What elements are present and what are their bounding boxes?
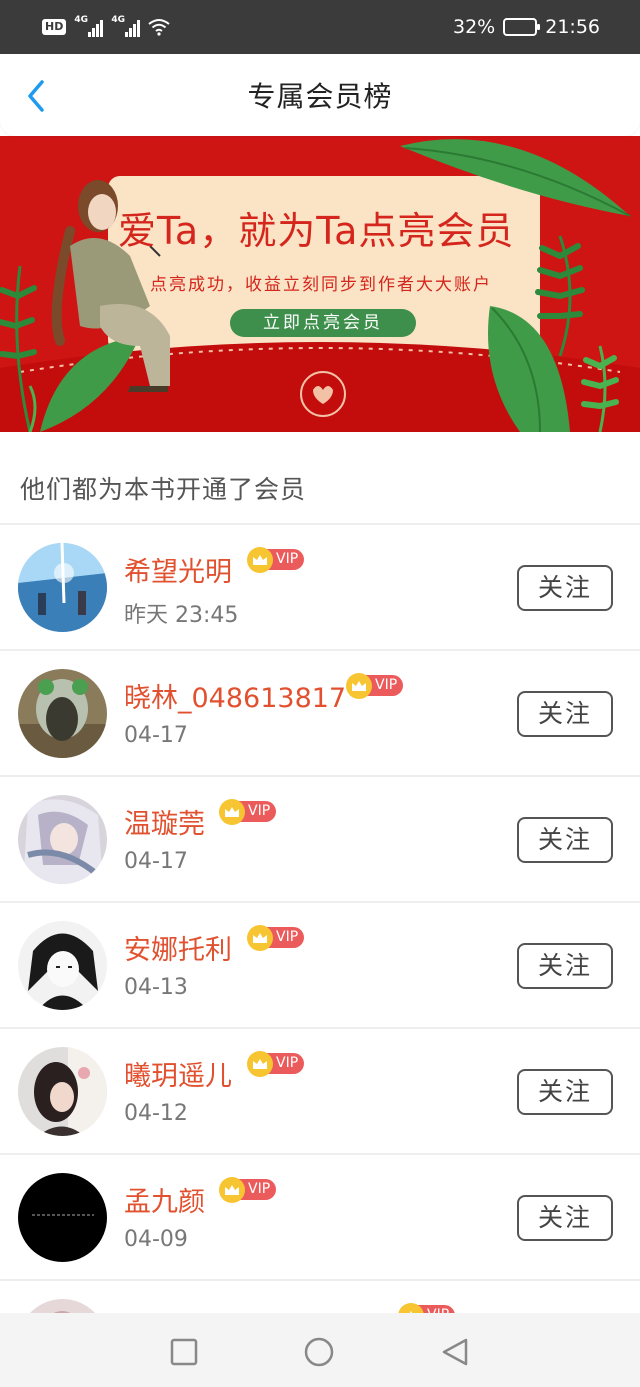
avatar-image (18, 543, 107, 632)
member-row[interactable]: 曦玥遥儿 VIP 04-12 关注 (0, 1029, 640, 1155)
member-name[interactable]: 安娜托利 (124, 928, 232, 967)
follow-button[interactable]: 关注 (517, 943, 613, 989)
wifi-icon (148, 19, 170, 36)
promo-banner[interactable]: 爱Ta，就为Ta点亮会员 点亮成功，收益立刻同步到作者大大账户 立即点亮会员 (0, 136, 640, 432)
crown-icon (247, 925, 273, 951)
member-name[interactable]: 温璇莞 (124, 802, 205, 841)
avatar[interactable] (18, 543, 107, 632)
member-name[interactable]: 曦玥遥儿 (124, 1054, 232, 1093)
status-right: 32% 21:56 (453, 16, 600, 38)
network-label: 4G (111, 15, 125, 25)
avatar[interactable] (18, 921, 107, 1010)
battery-percent: 32% (453, 16, 496, 38)
avatar-image (18, 669, 107, 758)
follow-button[interactable]: 关注 (517, 817, 613, 863)
crown-icon (219, 1177, 245, 1203)
avatar[interactable] (18, 669, 107, 758)
circle-icon[interactable] (304, 1337, 334, 1367)
back-button[interactable] (18, 76, 54, 116)
member-row[interactable]: 安娜托利 VIP 04-13 关注 (0, 903, 640, 1029)
crown-icon (247, 1051, 273, 1077)
status-left: HD 4G 4G (42, 15, 170, 37)
member-time: 04-13 (124, 975, 188, 1000)
status-bar: HD 4G 4G 32% 21:56 (0, 0, 640, 54)
banner-subtitle: 点亮成功，收益立刻同步到作者大大账户 (150, 275, 492, 295)
avatar-image (18, 1047, 107, 1136)
follow-button[interactable]: 关注 (517, 565, 613, 611)
member-name[interactable]: 晓林_048613817 (124, 676, 346, 715)
square-icon[interactable] (169, 1337, 199, 1367)
crown-icon (247, 547, 273, 573)
member-time: 昨天 23:45 (124, 603, 239, 628)
light-up-vip-button[interactable]: 立即点亮会员 (230, 309, 416, 337)
battery-icon (503, 18, 541, 36)
member-time: 04-12 (124, 1101, 188, 1126)
hd-icon: HD (42, 19, 67, 35)
follow-button[interactable]: 关注 (517, 691, 613, 737)
clock: 21:56 (545, 16, 600, 38)
member-time: 04-17 (124, 849, 188, 874)
signal-icon: 4G (74, 15, 104, 37)
member-time: 04-09 (124, 1227, 188, 1252)
follow-button[interactable]: 关注 (517, 1195, 613, 1241)
member-name[interactable]: 孟九颜 (124, 1180, 205, 1219)
banner-heading: 爱Ta，就为Ta点亮会员 (118, 209, 515, 253)
member-name[interactable]: 希望光明 (124, 550, 232, 589)
page-title: 专属会员榜 (247, 80, 393, 113)
member-row[interactable]: 孟九颜 VIP 04-09 关注 (0, 1155, 640, 1281)
section-title: 他们都为本书开通了会员 (20, 475, 307, 504)
avatar[interactable] (18, 1047, 107, 1136)
avatar-image (18, 921, 107, 1010)
member-time: 04-17 (124, 723, 188, 748)
avatar-image (18, 1173, 107, 1262)
network-label: 4G (74, 15, 88, 25)
follow-button[interactable]: 关注 (517, 1069, 613, 1115)
crown-icon (346, 673, 372, 699)
header-bar: 专属会员榜 (0, 54, 640, 136)
avatar[interactable] (18, 795, 107, 884)
member-row[interactable]: 希望光明 VIP 昨天 23:45 关注 (0, 525, 640, 651)
avatar[interactable] (18, 1173, 107, 1262)
signal-icon: 4G (111, 15, 141, 37)
member-row[interactable]: 晓林_048613817 VIP 04-17 关注 (0, 651, 640, 777)
crown-icon (219, 799, 245, 825)
chevron-left-icon (28, 80, 44, 112)
member-row[interactable]: 温璇莞 VIP 04-17 关注 (0, 777, 640, 903)
triangle-back-icon[interactable] (440, 1337, 470, 1367)
system-navigation-bar (0, 1313, 640, 1387)
avatar-image (18, 795, 107, 884)
